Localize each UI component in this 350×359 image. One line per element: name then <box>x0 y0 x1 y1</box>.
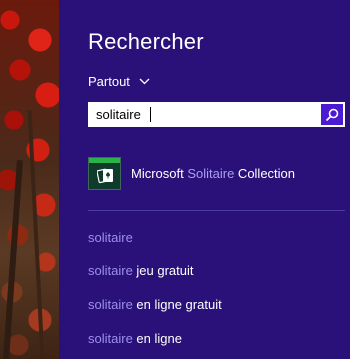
suggestion-rest: jeu gratuit <box>132 263 194 278</box>
suggestion-item[interactable]: solitaire en ligne <box>88 331 182 346</box>
cards-glyph <box>97 168 113 183</box>
suggestion-item[interactable]: solitaire <box>88 230 133 245</box>
app-name-prefix: Microsoft <box>131 165 188 181</box>
suggestion-item[interactable]: solitaire jeu gratuit <box>88 263 194 278</box>
scope-selector[interactable]: Partout <box>88 74 150 89</box>
search-box <box>88 102 345 127</box>
scope-label: Partout <box>88 74 130 89</box>
suggestion-rest: en ligne <box>132 331 182 346</box>
search-input[interactable] <box>89 103 315 126</box>
suggestion-match: solitaire <box>88 263 133 278</box>
text-caret <box>150 107 151 122</box>
tree-trunk <box>27 110 45 359</box>
desktop-background <box>0 0 59 359</box>
suggestion-match: solitaire <box>88 331 133 346</box>
search-button[interactable] <box>321 104 343 125</box>
suggestion-item[interactable]: solitaire en ligne gratuit <box>88 297 222 312</box>
app-name-match: Solitaire <box>187 165 235 181</box>
suggestion-match: solitaire <box>88 230 133 245</box>
app-name: Microsoft Solitaire Collection <box>131 166 295 181</box>
solitaire-app-icon <box>88 156 121 190</box>
suggestion-rest: en ligne gratuit <box>132 297 222 312</box>
tile-stripe <box>89 157 120 163</box>
chevron-down-icon <box>139 78 150 85</box>
results-divider <box>88 210 345 211</box>
search-icon <box>325 108 339 121</box>
app-result[interactable]: Microsoft Solitaire Collection <box>88 155 345 191</box>
tree-trunk <box>3 160 23 359</box>
search-charm-panel: Rechercher Partout Microsoft Solitaire <box>59 0 350 359</box>
app-name-suffix: Collection <box>234 165 296 181</box>
panel-title: Rechercher <box>88 29 204 54</box>
suggestion-match: solitaire <box>88 297 133 312</box>
